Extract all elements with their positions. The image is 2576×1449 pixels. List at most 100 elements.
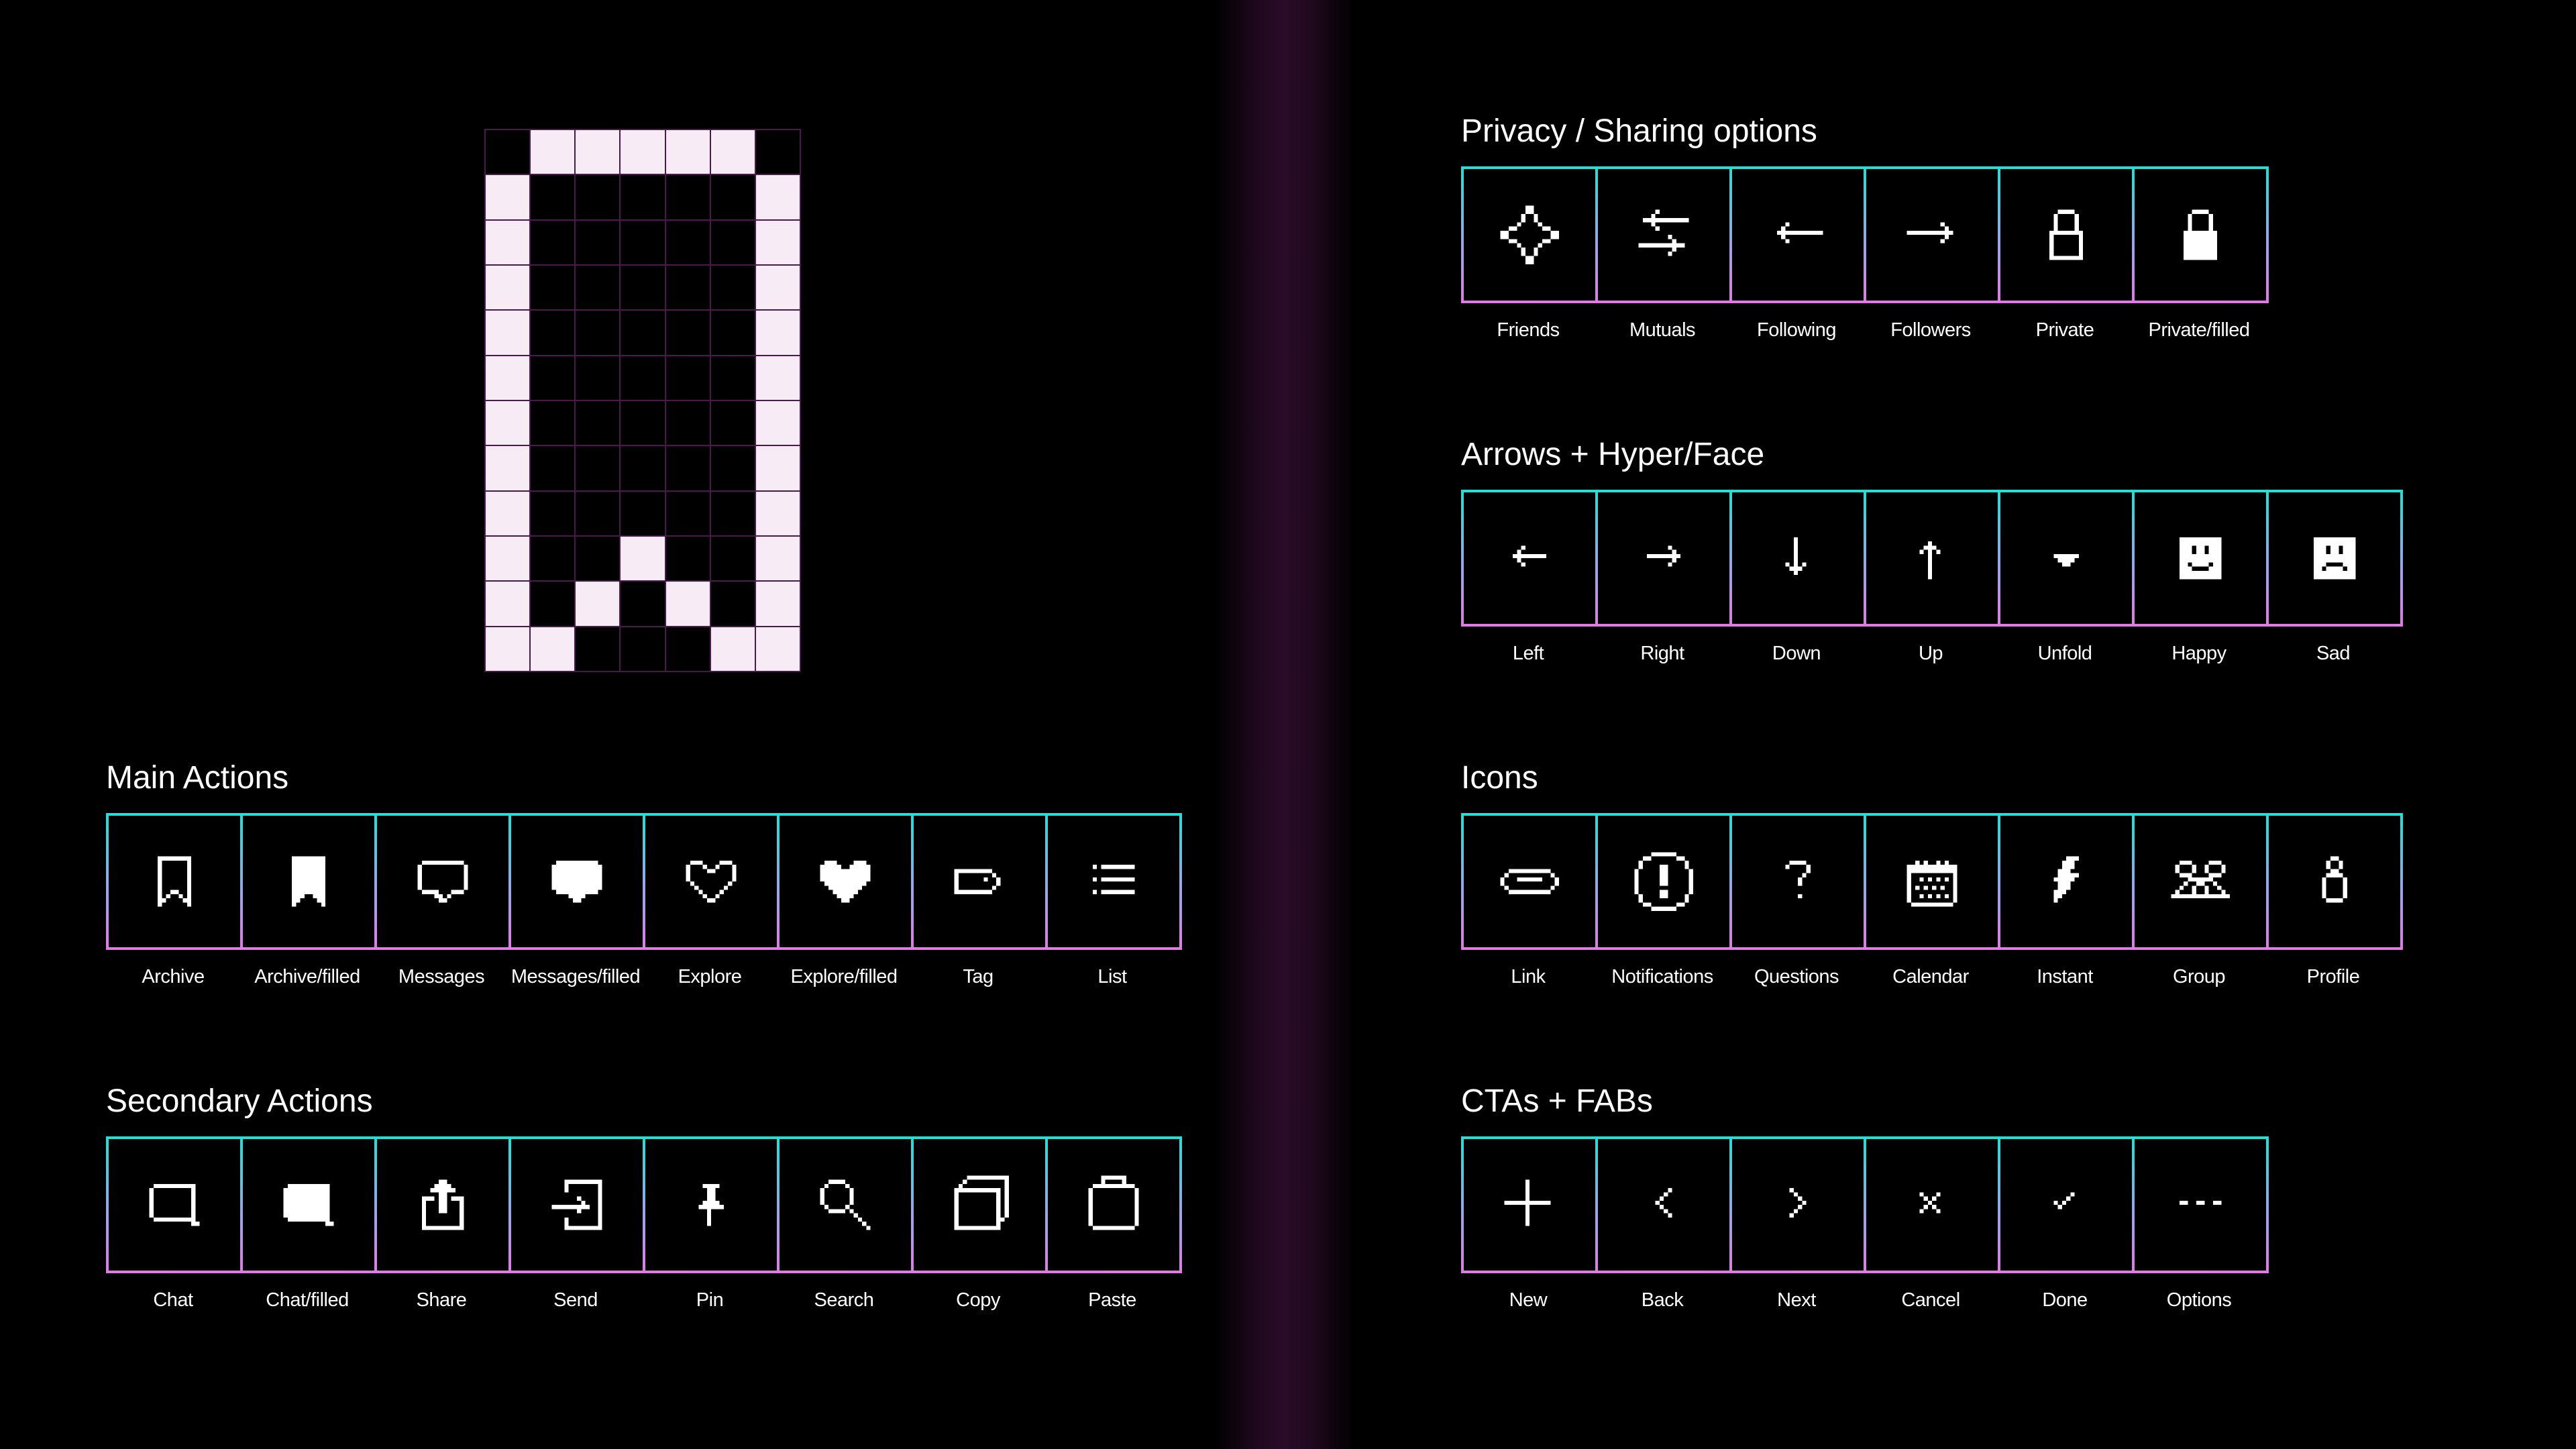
list-icon [1092, 865, 1135, 894]
icon-tile-following [1732, 169, 1864, 301]
pixel-cell [755, 356, 800, 400]
pixel-cell [755, 311, 800, 355]
happy-face-icon [2179, 537, 2222, 580]
pixel-cell [665, 627, 710, 671]
private-lock-icon [2049, 209, 2083, 260]
pixel-cell [665, 491, 710, 535]
icon-tile-done [2000, 1139, 2132, 1271]
pixel-cell [665, 356, 710, 400]
icon-label: Group [2172, 966, 2226, 987]
pixel-cell [486, 537, 530, 581]
icon-label: Back [1641, 1289, 1684, 1311]
icon-tile-copy [914, 1139, 1045, 1271]
icon-tile-search [780, 1139, 911, 1271]
icon-tile-up [1866, 492, 1998, 624]
pixel-cell [621, 446, 665, 490]
icon-label: Tag [963, 966, 994, 987]
pixel-cell [531, 401, 575, 445]
icon-label: Happy [2171, 643, 2226, 664]
pixel-cell [531, 582, 575, 626]
arrow-right-icon [1647, 545, 1680, 567]
pixel-cell [755, 401, 800, 445]
pixel-cell [710, 582, 755, 626]
section-title-ctas-fabs: CTAs + FABs [1461, 1083, 1653, 1119]
pixel-cell [486, 401, 530, 445]
pixel-cell [621, 582, 665, 626]
pixel-cell [755, 627, 800, 671]
privacy-sharing-options-section: Privacy / Sharing options Friends Mutuals… [1461, 113, 2269, 342]
pixel-cell [531, 220, 575, 264]
pixel-cell [621, 627, 665, 671]
icons-icon-row [1461, 813, 2403, 950]
chat-icon [149, 1183, 200, 1226]
pixel-cell [755, 491, 800, 535]
icon-label: Send [553, 1289, 598, 1311]
pixel-cell [486, 311, 530, 355]
icon-label: Share [416, 1289, 467, 1311]
icon-label: New [1509, 1289, 1548, 1311]
pixel-cell [576, 311, 620, 355]
arrow-down-icon [1785, 537, 1807, 575]
section-title-privacy-sharing-options: Privacy / Sharing options [1461, 113, 1817, 149]
pixel-cell [486, 446, 530, 490]
pixel-cell [486, 220, 530, 264]
icon-tile-archive [109, 816, 240, 947]
icon-tile-messages [377, 816, 508, 947]
secondary-actions-section: Secondary Actions Chat Chat/filled Share Se… [106, 1083, 1182, 1312]
copy-icon [954, 1175, 1009, 1230]
pixel-cell [576, 356, 620, 400]
arrows-hyper-face-labels: Left Right Down Up Unfold Happy Sad [1461, 641, 2403, 665]
icon-label: Friends [1497, 319, 1560, 341]
icon-tile-cancel [1866, 1139, 1998, 1271]
pixel-cell [576, 582, 620, 626]
section-title-arrows-hyper-face: Arrows + Hyper/Face [1461, 437, 1765, 472]
icons-labels: Link Notifications Questions Calendar Instan… [1461, 965, 2403, 989]
pixel-cell [486, 175, 530, 219]
archive-icon [158, 856, 191, 907]
pixel-cell [531, 356, 575, 400]
icon-label: Chat [153, 1289, 193, 1311]
pixel-cell [621, 175, 665, 219]
pixel-cell [531, 175, 575, 219]
icon-label: Messages/filled [511, 966, 641, 987]
pixel-cell [621, 401, 665, 445]
icon-label: Paste [1088, 1289, 1136, 1311]
archive-pixel-grid-icon [484, 129, 801, 672]
tag-icon [954, 869, 1001, 894]
pixel-cell [710, 130, 755, 174]
center-divider-glow [1214, 0, 1355, 1449]
pixel-cell [755, 537, 800, 581]
pixel-cell [621, 491, 665, 535]
icon-label: Followers [1890, 319, 1971, 341]
icon-tile-send [511, 1139, 643, 1271]
pixel-cell [531, 311, 575, 355]
sad-face-icon [2313, 537, 2356, 580]
arrows-hyper-face-icon-row [1461, 490, 2403, 627]
icon-label: Options [2166, 1289, 2232, 1311]
icon-tile-mutuals [1598, 169, 1729, 301]
section-title-main-actions: Main Actions [106, 760, 289, 796]
pixel-cell [710, 175, 755, 219]
pixel-cell [486, 356, 530, 400]
icon-tile-next [1732, 1139, 1864, 1271]
icon-label: Up [1918, 643, 1943, 664]
arrow-up-icon [1919, 541, 1941, 580]
pixel-cell [665, 311, 710, 355]
icon-tile-sad [2269, 492, 2400, 624]
icon-label: Sad [2316, 643, 2351, 664]
pixel-cell [486, 582, 530, 626]
pixel-cell [710, 401, 755, 445]
icon-tile-notifications [1598, 816, 1729, 947]
pixel-cell [755, 582, 800, 626]
icon-label: Profile [2306, 966, 2360, 987]
pixel-cell [621, 220, 665, 264]
icon-label: Archive/filled [254, 966, 360, 987]
pixel-cell [576, 130, 620, 174]
icon-label: Following [1757, 319, 1837, 341]
icon-tile-happy [2135, 492, 2266, 624]
pixel-cell [710, 537, 755, 581]
check-icon [2053, 1192, 2075, 1210]
pixel-cell [621, 537, 665, 581]
pixel-cell [710, 446, 755, 490]
pixel-cell [576, 537, 620, 581]
